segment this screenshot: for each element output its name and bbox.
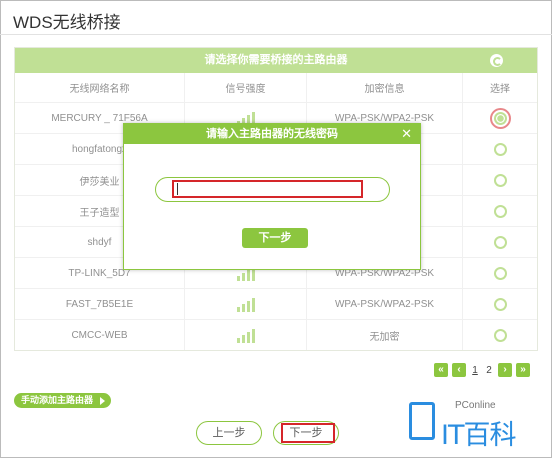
first-page-icon[interactable]: « [434, 363, 448, 377]
password-input[interactable] [172, 180, 363, 198]
dialog-next-button[interactable]: 下一步 [242, 228, 308, 248]
close-icon[interactable]: ✕ [401, 124, 412, 144]
watermark-brand: PConline [455, 400, 496, 411]
text-caret [177, 183, 178, 195]
watermark-text: IT百科 [441, 420, 516, 451]
page-1-link[interactable]: 1 [470, 365, 480, 376]
title-divider [0, 34, 552, 35]
next-step-highlight [281, 423, 335, 443]
dialog-header: 请输入主路由器的无线密码 ✕ [124, 124, 420, 144]
pconline-watermark: PConline IT百科 [407, 398, 542, 451]
prev-step-button[interactable]: 上一步 [196, 421, 262, 445]
last-page-icon[interactable]: » [516, 363, 530, 377]
prev-page-icon[interactable]: ‹ [452, 363, 466, 377]
pagination: « ‹ 1 2 › » [434, 363, 530, 377]
password-dialog: 请输入主路由器的无线密码 ✕ 下一步 [123, 123, 421, 270]
watermark-logo-icon [409, 402, 435, 440]
manual-add-router-button[interactable]: 手动添加主路由器 [14, 393, 112, 408]
page-title: WDS无线桥接 [13, 13, 121, 32]
dialog-title: 请输入主路由器的无线密码 [206, 128, 338, 140]
page-2-link[interactable]: 2 [484, 365, 494, 376]
next-page-icon[interactable]: › [498, 363, 512, 377]
